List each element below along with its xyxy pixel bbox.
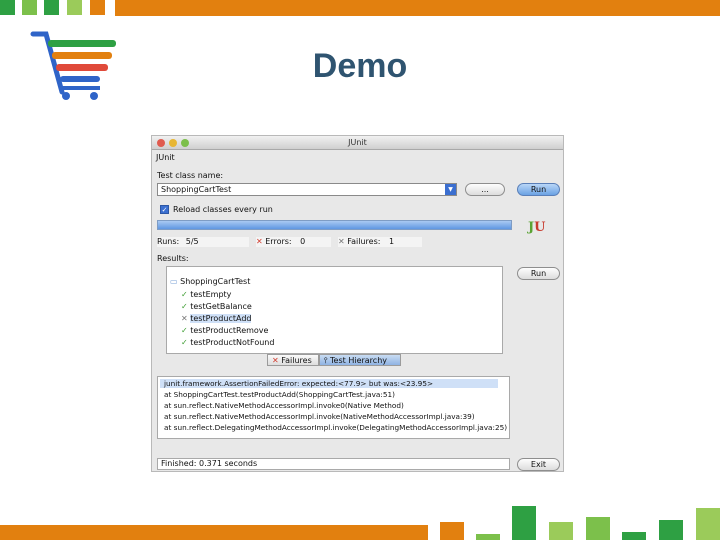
deco-square bbox=[90, 0, 105, 15]
failures-label: Failures: bbox=[347, 237, 381, 246]
results-label: Results: bbox=[157, 254, 189, 263]
window-titlebar: JUnit bbox=[152, 136, 563, 150]
browse-button[interactable]: ... bbox=[465, 183, 505, 196]
results-tabs: ✕ Failures ⫯ Test Hierarchy bbox=[267, 354, 401, 366]
bottom-accent-bar bbox=[0, 525, 428, 540]
trace-line[interactable]: at sun.reflect.NativeMethodAccessorImpl.… bbox=[164, 412, 475, 421]
trace-line-selected[interactable]: junit.framework.AssertionFailedError: ex… bbox=[160, 379, 498, 388]
window-title: JUnit bbox=[348, 138, 367, 147]
progress-bar bbox=[157, 220, 512, 230]
trace-line[interactable]: at sun.reflect.NativeMethodAccessorImpl.… bbox=[164, 401, 404, 410]
fail-icon: ✕ bbox=[272, 356, 279, 365]
deco-square bbox=[44, 0, 59, 15]
errors-value: 0 bbox=[300, 237, 306, 246]
junit-logo: JU bbox=[528, 220, 546, 235]
tree-item[interactable]: ✓ testProductNotFound bbox=[181, 338, 274, 347]
run-button[interactable]: Run bbox=[517, 183, 560, 196]
junit-window: JUnit JUnit Test class name: ShoppingCar… bbox=[151, 135, 564, 472]
runs-label: Runs: bbox=[157, 237, 180, 246]
menu-junit[interactable]: JUnit bbox=[156, 153, 175, 162]
pass-icon: ✓ bbox=[181, 338, 188, 347]
failures-value: 1 bbox=[388, 237, 395, 246]
runs-value: 5/5 bbox=[185, 237, 199, 246]
tab-test-hierarchy[interactable]: ⫯ Test Hierarchy bbox=[319, 354, 401, 366]
errors-label: Errors: bbox=[265, 237, 292, 246]
pass-icon: ✓ bbox=[181, 290, 188, 299]
tab-failures[interactable]: ✕ Failures bbox=[267, 354, 319, 366]
tree-item[interactable]: ✓ testProductRemove bbox=[181, 326, 268, 335]
deco-square bbox=[512, 506, 536, 540]
test-class-label: Test class name: bbox=[157, 171, 224, 180]
test-class-combo[interactable]: ShoppingCartTest ▼ bbox=[157, 183, 457, 196]
tree-root[interactable]: ▭ ShoppingCartTest bbox=[170, 277, 250, 286]
deco-square bbox=[440, 522, 464, 540]
tree-item-selected[interactable]: ✕ testProductAdd bbox=[181, 314, 252, 323]
top-accent-bar bbox=[115, 0, 720, 16]
hierarchy-icon: ⫯ bbox=[324, 356, 328, 365]
pass-icon: ✓ bbox=[181, 326, 188, 335]
failures-stat: ✕ Failures: 1 bbox=[338, 237, 422, 247]
reload-checkbox[interactable]: ✓ bbox=[160, 205, 169, 214]
deco-square bbox=[586, 517, 610, 540]
deco-square bbox=[622, 532, 646, 540]
tree-item[interactable]: ✓ testGetBalance bbox=[181, 302, 252, 311]
failure-trace: junit.framework.AssertionFailedError: ex… bbox=[157, 376, 510, 439]
slide-title: Demo bbox=[312, 47, 408, 85]
folder-icon: ▭ bbox=[170, 277, 178, 286]
deco-square bbox=[659, 520, 683, 540]
test-class-value: ShoppingCartTest bbox=[161, 185, 232, 194]
results-tree: ▭ ShoppingCartTest ✓ testEmpty ✓ testGet… bbox=[166, 266, 503, 354]
results-run-button[interactable]: Run bbox=[517, 267, 560, 280]
deco-square bbox=[22, 0, 37, 15]
failure-icon: ✕ bbox=[338, 237, 345, 246]
error-icon: ✕ bbox=[256, 237, 263, 246]
deco-square bbox=[67, 0, 82, 15]
runs-stat: Runs: 5/5 bbox=[157, 237, 249, 247]
errors-stat: ✕ Errors: 0 bbox=[256, 237, 331, 247]
status-bar: Finished: 0.371 seconds bbox=[157, 458, 510, 470]
deco-square bbox=[0, 0, 15, 15]
pass-icon: ✓ bbox=[181, 302, 188, 311]
reload-label: Reload classes every run bbox=[173, 205, 273, 214]
fail-icon: ✕ bbox=[181, 314, 188, 323]
deco-square bbox=[476, 534, 500, 540]
tree-item[interactable]: ✓ testEmpty bbox=[181, 290, 231, 299]
chevron-down-icon[interactable]: ▼ bbox=[445, 184, 456, 195]
trace-line[interactable]: at sun.reflect.DelegatingMethodAccessorI… bbox=[164, 423, 507, 432]
trace-line[interactable]: at ShoppingCartTest.testProductAdd(Shopp… bbox=[164, 390, 395, 399]
deco-square bbox=[696, 508, 720, 540]
exit-button[interactable]: Exit bbox=[517, 458, 560, 471]
deco-square bbox=[549, 522, 573, 540]
